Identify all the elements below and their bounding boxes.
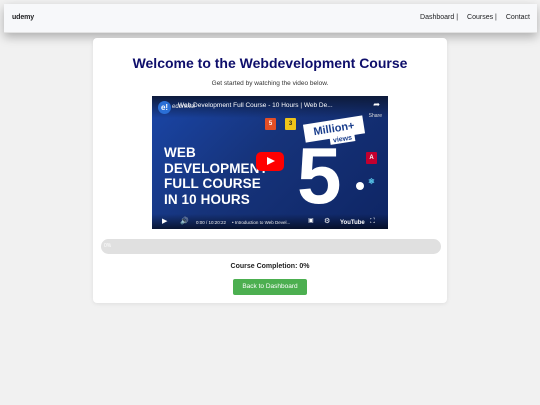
time-display: 0:00 / 10:20:22: [196, 220, 227, 225]
back-to-dashboard-button[interactable]: Back to Dashboard: [233, 279, 307, 295]
react-icon: ⚛: [367, 177, 376, 186]
nav-link-dashboard[interactable]: Dashboard |: [420, 14, 458, 21]
nav-link-courses[interactable]: Courses |: [467, 14, 497, 21]
course-completion-text: Course Completion: 0%: [230, 263, 310, 270]
play-button[interactable]: [256, 152, 284, 171]
html5-icon: 5: [265, 118, 276, 130]
player-controls: ▶ 🔊 0:00 / 10:20:22 • Introduction to We…: [152, 214, 388, 229]
settings-icon[interactable]: ⚙: [324, 218, 330, 225]
captions-icon[interactable]: ▣: [308, 218, 314, 225]
nav-link-contact[interactable]: Contact: [506, 14, 530, 21]
page-title: Welcome to the Webdevelopment Course: [132, 55, 408, 71]
javascript-icon: 3: [285, 118, 296, 130]
play-icon[interactable]: ▶: [162, 218, 167, 225]
course-card: Welcome to the Webdevelopment Course Get…: [93, 38, 447, 303]
chapter-title[interactable]: • Introduction to Web Devel...: [232, 220, 302, 225]
top-navbar: udemy Dashboard | Courses | Contact: [4, 4, 537, 33]
volume-icon[interactable]: 🔊: [180, 218, 189, 225]
fullscreen-icon[interactable]: ⛶: [370, 218, 375, 225]
thumbnail-headline: WEB DEVELOPMENT FULL COURSE IN 10 HOURS: [164, 145, 268, 207]
page-subtitle: Get started by watching the video below.: [211, 80, 329, 87]
progress-label: 0%: [104, 243, 112, 249]
channel-logo-icon[interactable]: e!: [158, 101, 171, 114]
angular-icon: A: [366, 152, 377, 164]
video-title[interactable]: Web Development Full Course - 10 Hours |…: [178, 102, 354, 109]
node-icon: [356, 182, 364, 190]
nav-links: Dashboard | Courses | Contact: [420, 14, 530, 21]
share-label[interactable]: Share: [369, 113, 382, 119]
udemy-logo[interactable]: udemy: [12, 14, 34, 21]
video-player[interactable]: e! edureka! Web Development Full Course …: [152, 96, 388, 229]
share-icon[interactable]: ➦: [373, 100, 380, 109]
big-number: 5: [297, 131, 342, 220]
course-progress-bar: 0%: [101, 239, 441, 254]
youtube-logo[interactable]: YouTube: [340, 220, 365, 226]
